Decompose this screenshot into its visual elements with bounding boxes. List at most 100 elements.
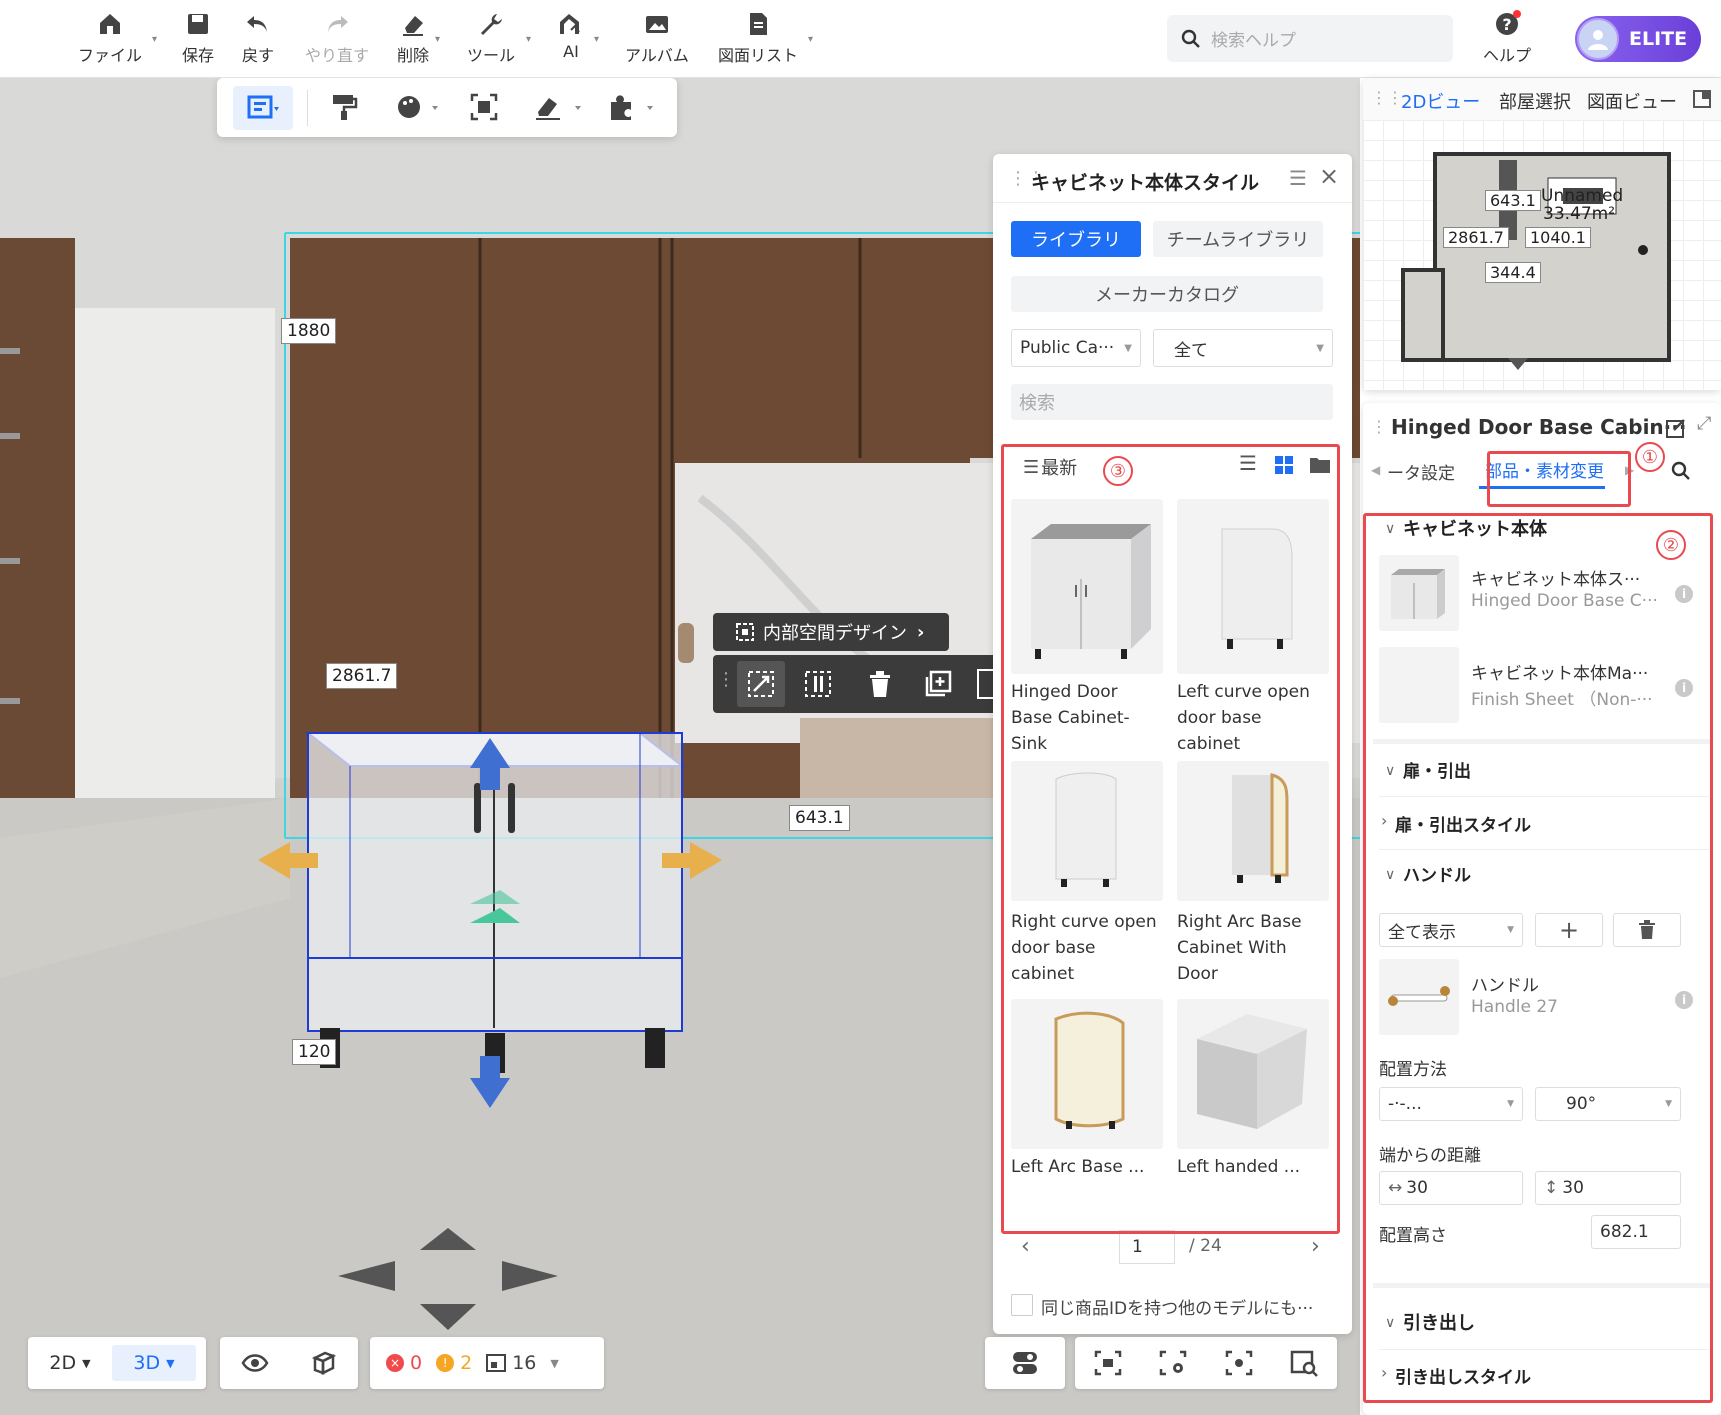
toggle-switch-icon bbox=[1013, 1352, 1037, 1374]
tools-label: ツール bbox=[467, 46, 516, 65]
copy-plus-icon bbox=[925, 670, 952, 697]
dim-leg-label[interactable]: 120 bbox=[292, 1039, 337, 1065]
tab-drawing-view[interactable]: 図面ビュー bbox=[1587, 88, 1677, 114]
tools-button[interactable]: ツール bbox=[467, 10, 515, 66]
frame-icon bbox=[736, 623, 754, 641]
edit-icon[interactable] bbox=[1665, 417, 1687, 439]
help-search-input[interactable]: 検索ヘルプ bbox=[1167, 15, 1453, 62]
inner-design-button[interactable]: 内部空間デザイン › bbox=[713, 613, 949, 651]
redo-button[interactable]: やり直す bbox=[305, 10, 369, 66]
floor-plan-map[interactable]: Unnamed 33.47m² 643.1 2861.7 1040.1 344.… bbox=[1363, 120, 1721, 390]
visibility-group bbox=[220, 1337, 358, 1389]
copy-button[interactable] bbox=[923, 669, 953, 703]
user-icon bbox=[1588, 30, 1608, 50]
chevron-right-icon: › bbox=[917, 621, 925, 643]
expand-icon[interactable]: ⤢ bbox=[1697, 413, 1711, 434]
save-icon bbox=[188, 14, 208, 34]
annotation-marker-2: ② bbox=[1656, 530, 1686, 560]
prev-page-icon[interactable]: ‹ bbox=[1021, 1234, 1030, 1259]
material-button[interactable] bbox=[395, 92, 439, 126]
catalog-select[interactable]: Public Ca··· ▼ bbox=[1011, 329, 1141, 367]
annotation-box-3 bbox=[1001, 444, 1340, 1234]
page-total: / 24 bbox=[1189, 1236, 1222, 1256]
file-button[interactable]: ファイル bbox=[78, 10, 142, 66]
2d-view-panel: ⋮⋮ 2Dビュー 部屋選択 図面ビュー Unnamed 33.47m² 643.… bbox=[1363, 78, 1721, 390]
annotation-marker-3: ③ bbox=[1103, 456, 1133, 486]
region-select-button[interactable] bbox=[469, 92, 499, 126]
warning-icon: ! bbox=[436, 1354, 455, 1372]
tab-library[interactable]: ライブラリ bbox=[1011, 221, 1141, 257]
dim-left-label[interactable]: 2861.7 bbox=[326, 663, 398, 689]
album-button[interactable]: アルバム bbox=[625, 10, 689, 66]
drawing-list-button[interactable]: 図面リスト bbox=[718, 10, 798, 66]
catalog-select-value: Public Ca··· bbox=[1020, 338, 1115, 358]
tab-param[interactable]: ータ設定 bbox=[1387, 459, 1455, 484]
scale-button[interactable] bbox=[737, 661, 785, 707]
delete-label: 削除 bbox=[397, 46, 430, 65]
category-select-value: 全て bbox=[1174, 340, 1208, 361]
style-search-input[interactable]: 検索 bbox=[1011, 384, 1333, 420]
ai-label: AI bbox=[563, 42, 579, 61]
undo-icon bbox=[247, 16, 267, 32]
floor-plan-drawing bbox=[1401, 152, 1671, 370]
annotation-box-2 bbox=[1363, 513, 1713, 1403]
map-dim-1: 643.1 bbox=[1485, 190, 1541, 211]
search-icon[interactable] bbox=[1671, 461, 1691, 481]
tab-team-library[interactable]: チームライブラリ bbox=[1153, 221, 1323, 257]
window-icon[interactable] bbox=[1693, 90, 1711, 108]
palette-icon bbox=[398, 96, 438, 118]
focus-icon[interactable] bbox=[1224, 1349, 1254, 1377]
file-label: ファイル bbox=[78, 46, 143, 65]
eye-icon[interactable] bbox=[241, 1353, 269, 1373]
view-2d-label: 2D bbox=[49, 1352, 77, 1374]
camera-reset-icon[interactable] bbox=[1093, 1349, 1123, 1377]
cube-icon[interactable] bbox=[311, 1350, 337, 1376]
item-count: 16 bbox=[512, 1352, 537, 1374]
edit-tool-palette bbox=[217, 78, 677, 137]
plugin-button[interactable] bbox=[607, 92, 659, 126]
tab-prev-icon[interactable]: ◀ bbox=[1371, 463, 1380, 477]
camera-tools-group bbox=[1075, 1337, 1337, 1389]
error-count: 0 bbox=[410, 1352, 423, 1374]
ai-button[interactable]: AI bbox=[557, 10, 585, 61]
help-label: ヘルプ bbox=[1483, 46, 1532, 65]
album-icon bbox=[645, 16, 668, 33]
zoom-region-icon[interactable] bbox=[1289, 1349, 1319, 1377]
camera-settings-icon[interactable] bbox=[1158, 1349, 1188, 1377]
align-button[interactable] bbox=[803, 669, 835, 703]
avatar[interactable] bbox=[1577, 18, 1619, 60]
help-button[interactable]: ? ヘルプ bbox=[1483, 10, 1531, 66]
inner-design-label: 内部空間デザイン bbox=[763, 623, 907, 644]
measure-button[interactable] bbox=[533, 92, 585, 126]
save-button[interactable]: 保存 bbox=[182, 10, 214, 66]
paint-roller-button[interactable] bbox=[329, 92, 359, 126]
category-select[interactable]: 全て ▼ bbox=[1153, 329, 1333, 367]
annotation-marker-1: ① bbox=[1635, 442, 1665, 472]
dim-right-label[interactable]: 643.1 bbox=[789, 805, 850, 831]
map-dim-2: 2861.7 bbox=[1443, 227, 1509, 248]
dim-height-label[interactable]: 1880 bbox=[281, 318, 337, 344]
delete-object-button[interactable] bbox=[867, 669, 893, 703]
drag-handle-icon[interactable]: ⋮⋮ bbox=[1371, 88, 1403, 107]
toggle-settings-button[interactable] bbox=[985, 1337, 1065, 1389]
tab-2d-view[interactable]: 2Dビュー bbox=[1401, 88, 1480, 114]
view-3d-button[interactable]: 3D ▼ bbox=[112, 1345, 196, 1381]
drag-handle-icon[interactable]: ⋮ bbox=[717, 669, 735, 690]
album-label: アルバム bbox=[625, 46, 689, 65]
page-number-input[interactable]: 1 bbox=[1119, 1230, 1175, 1264]
delete-button[interactable]: 削除 bbox=[397, 10, 429, 66]
home-icon bbox=[100, 14, 120, 34]
elite-badge[interactable]: ELITE bbox=[1575, 16, 1701, 62]
top-toolbar: ファイル ▾ 保存 戻す やり直す 削除 ▾ ツール ▾ AI ▾ アルバム 図… bbox=[0, 0, 1721, 78]
tab-room-select[interactable]: 部屋選択 bbox=[1499, 88, 1571, 114]
undo-button[interactable]: 戻す bbox=[242, 10, 274, 66]
view-2d-button[interactable]: 2D ▼ bbox=[28, 1345, 112, 1381]
same-id-checkbox[interactable] bbox=[1011, 1294, 1033, 1316]
next-page-icon[interactable]: › bbox=[1311, 1234, 1320, 1259]
maker-catalog-button[interactable]: メーカーカタログ bbox=[1011, 276, 1323, 312]
close-icon[interactable]: × bbox=[1319, 162, 1339, 190]
issue-status-group[interactable]: × 0 ! 2 16 ▼ bbox=[370, 1337, 604, 1389]
select-mode-button[interactable] bbox=[233, 86, 293, 130]
error-icon: × bbox=[386, 1354, 404, 1372]
menu-icon[interactable]: ☰ bbox=[1289, 166, 1307, 190]
